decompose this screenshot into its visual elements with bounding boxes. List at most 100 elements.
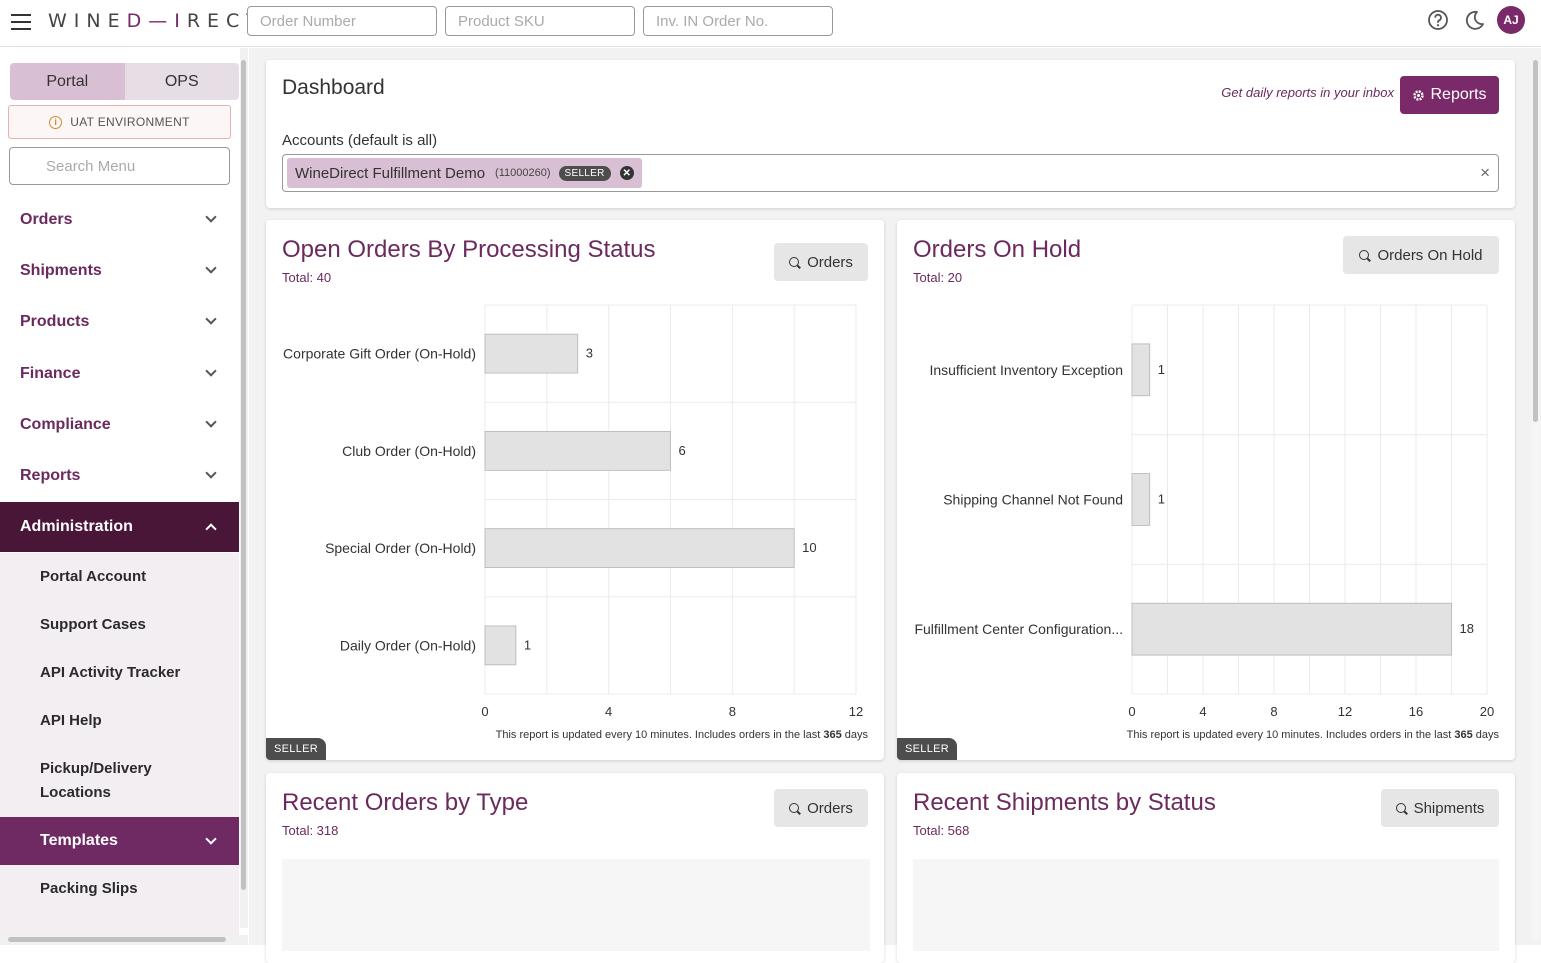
seller-badge: SELLER (266, 738, 326, 760)
sidebar-subitem-api-activity-tracker[interactable]: API Activity Tracker (0, 649, 239, 697)
winedirect-logo[interactable]: WINED—IRECT (48, 10, 265, 32)
chevron-up-icon (205, 523, 217, 535)
accounts-label: Accounts (default is all) (282, 132, 438, 149)
tab-ops[interactable]: OPS (124, 63, 239, 100)
sidebar-item-finance[interactable]: Finance (0, 349, 239, 399)
sidebar-item-label: Compliance (20, 416, 111, 433)
x-tick-label: 8 (1270, 704, 1277, 719)
seller-badge: SELLER (558, 165, 611, 181)
sidebar-horizontal-scrollbar[interactable] (0, 935, 248, 945)
sidebar-subitem-portal-account[interactable]: Portal Account (0, 553, 239, 601)
chevron-down-icon (205, 313, 217, 325)
chart-bar (484, 625, 517, 666)
inv-in-order-input[interactable] (643, 6, 833, 36)
help-icon[interactable] (1427, 9, 1449, 31)
account-chip: WineDirect Fulfillment Demo (11000260) S… (287, 158, 642, 188)
x-tick-label: 0 (1128, 704, 1135, 719)
hamburger-menu-icon[interactable] (11, 14, 31, 30)
category-label: Fulfillment Center Configuration... (914, 621, 1123, 637)
sidebar-item-products[interactable]: Products (0, 297, 239, 347)
bar-value-label: 1 (524, 637, 531, 652)
sidebar-subitem-partial (0, 913, 239, 935)
x-tick-label: 20 (1480, 704, 1494, 719)
open-orders-note: This report is updated every 10 minutes.… (495, 729, 868, 741)
x-tick-label: 4 (1199, 704, 1206, 719)
chart-bar (484, 333, 579, 374)
environment-label: UAT ENVIRONMENT (70, 115, 190, 129)
shipments-button-label: Shipments (1413, 799, 1485, 817)
portal-ops-toggle: Portal OPS (10, 63, 239, 100)
category-label: Club Order (On-Hold) (342, 443, 476, 459)
sidebar: Portal OPS i UAT ENVIRONMENT Orders Ship… (0, 48, 248, 945)
recent-orders-button-label: Orders (807, 799, 853, 817)
sidebar-item-label: Templates (40, 832, 118, 849)
chevron-down-icon (205, 416, 217, 428)
dark-mode-moon-icon[interactable] (1463, 9, 1485, 31)
sidebar-item-label: Orders (20, 211, 73, 228)
chart-bar (1131, 602, 1452, 656)
bar-value-label: 18 (1460, 621, 1474, 636)
page-title: Dashboard (282, 76, 385, 99)
bar-value-label: 1 (1158, 492, 1165, 507)
chart-bar (484, 431, 671, 471)
search-icon (789, 803, 800, 813)
user-avatar[interactable]: AJ (1497, 6, 1525, 34)
sidebar-item-label: Finance (20, 365, 81, 382)
chevron-down-icon (205, 365, 217, 377)
sidebar-item-templates[interactable]: Templates (0, 817, 239, 865)
sidebar-scrollbar[interactable] (240, 48, 248, 928)
search-menu-input[interactable] (9, 147, 230, 185)
open-orders-card: Open Orders By Processing Status Total: … (266, 220, 884, 760)
x-tick-label: 0 (481, 704, 488, 719)
x-tick-label: 8 (729, 704, 736, 719)
sidebar-item-administration[interactable]: Administration (0, 502, 239, 552)
bar-value-label: 1 (1158, 362, 1165, 377)
sidebar-subitem-pickup-delivery-locations[interactable]: Pickup/Delivery Locations (0, 745, 239, 817)
search-icon (1395, 803, 1406, 813)
clear-accounts-icon[interactable]: × (1480, 163, 1490, 183)
x-tick-label: 4 (605, 704, 612, 719)
sidebar-subitem-support-cases[interactable]: Support Cases (0, 601, 239, 649)
sidebar-item-compliance[interactable]: Compliance (0, 400, 239, 450)
sidebar-item-reports[interactable]: Reports (0, 451, 239, 501)
shipments-button[interactable]: Shipments (1381, 789, 1499, 827)
chart-bar (1131, 343, 1151, 397)
recent-shipments-chart-placeholder (913, 859, 1499, 951)
x-tick-label: 12 (849, 704, 863, 719)
reports-note: Get daily reports in your inbox (1221, 85, 1394, 100)
chevron-down-icon (205, 833, 217, 845)
recent-shipments-total: Total: 568 (913, 823, 970, 838)
x-tick-label: 12 (1338, 704, 1352, 719)
reports-button[interactable]: Reports (1400, 76, 1499, 114)
order-number-input[interactable] (247, 6, 437, 36)
category-label: Daily Order (On-Hold) (340, 637, 476, 653)
orders-on-hold-note: This report is updated every 10 minutes.… (1126, 729, 1499, 741)
accounts-select[interactable]: WineDirect Fulfillment Demo (11000260) S… (282, 154, 1499, 192)
sidebar-subitem-packing-slips[interactable]: Packing Slips (0, 865, 239, 913)
recent-orders-total: Total: 318 (282, 823, 339, 838)
product-sku-input[interactable] (445, 6, 635, 36)
category-label: Special Order (On-Hold) (325, 540, 476, 556)
chevron-down-icon (205, 211, 217, 223)
recent-orders-title: Recent Orders by Type (282, 789, 529, 816)
sidebar-item-orders[interactable]: Orders (0, 195, 239, 245)
tab-portal[interactable]: Portal (10, 63, 125, 100)
main-content: Dashboard Get daily reports in your inbo… (249, 48, 1541, 963)
chart-bar (484, 528, 795, 568)
sidebar-item-label: Shipments (20, 262, 102, 279)
main-scrollbar[interactable] (1532, 60, 1540, 940)
orders-on-hold-card: Orders On Hold Total: 20 Orders On Hold … (897, 220, 1515, 760)
dashboard-card: Dashboard Get daily reports in your inbo… (266, 60, 1515, 208)
chart-bar (1131, 473, 1151, 526)
sidebar-item-label: Reports (20, 467, 81, 484)
account-chip-id: (11000260) (495, 167, 551, 179)
reports-button-label: Reports (1430, 86, 1487, 103)
sidebar-item-shipments[interactable]: Shipments (0, 246, 239, 296)
top-bar: WINED—IRECT AJ (0, 0, 1541, 47)
remove-chip-icon[interactable]: ✕ (619, 166, 634, 180)
recent-shipments-title: Recent Shipments by Status (913, 789, 1216, 816)
recent-orders-button[interactable]: Orders (774, 789, 868, 827)
chevron-down-icon (205, 262, 217, 274)
sidebar-subitem-api-help[interactable]: API Help (0, 697, 239, 745)
bar-value-label: 3 (586, 346, 593, 361)
